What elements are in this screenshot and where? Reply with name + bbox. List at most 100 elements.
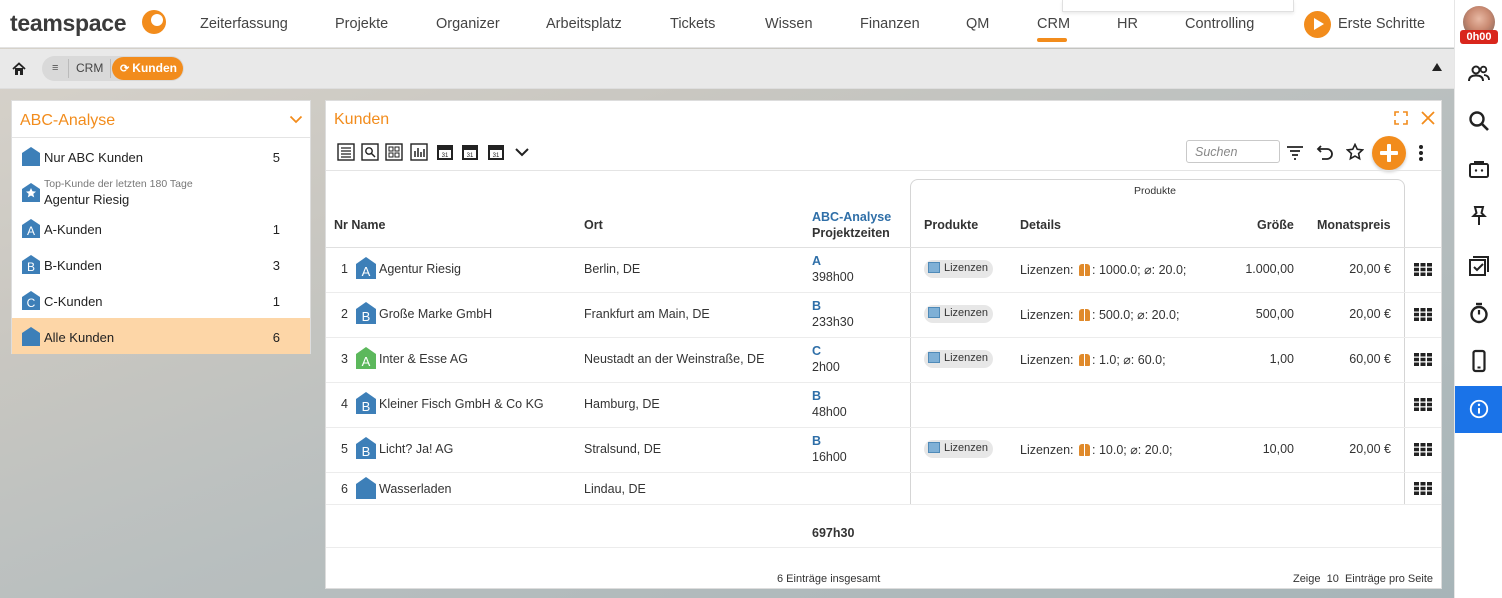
nav-tickets[interactable]: Tickets [670,16,715,32]
nav-finanzen[interactable]: Finanzen [860,16,920,32]
product-chip[interactable]: Lizenzen [924,305,994,323]
nav-crm[interactable]: CRM [1037,16,1070,32]
play-icon[interactable] [1304,11,1331,38]
column-header-projektzeiten[interactable]: Projektzeiten [812,226,890,240]
nav-active-indicator [1037,38,1067,42]
product-chip[interactable]: Lizenzen [924,440,994,458]
table-row[interactable]: 1 A Agentur Riesig Berlin, DE A 398h00 L… [326,248,1441,293]
nav-qm[interactable]: QM [966,16,989,32]
info-tab[interactable] [1455,386,1502,433]
grid-menu-icon[interactable] [1414,482,1432,495]
svg-text:B: B [27,260,35,274]
nav-wissen[interactable]: Wissen [765,16,813,32]
logo-mark-icon[interactable] [142,10,166,34]
customer-name[interactable]: Inter & Esse AG [379,352,468,366]
calendar-day-icon[interactable]: 31 [436,143,454,161]
letter-b-icon: B [22,255,40,274]
home-icon[interactable] [12,62,26,76]
calendar-week-icon[interactable]: 31 [461,143,479,161]
close-icon[interactable] [1420,110,1436,126]
customer-name[interactable]: Agentur Riesig [379,262,461,276]
details-cell: Lizenzen: : 10.0; ⌀: 20.0; [1020,442,1173,457]
product-chip[interactable]: Lizenzen [924,260,994,278]
details-cell: Lizenzen: : 1000.0; ⌀: 20.0; [1020,262,1186,277]
column-header-produkte[interactable]: Produkte [924,218,978,232]
erste-schritte-link[interactable]: Erste Schritte [1338,16,1425,32]
table-row[interactable]: 5 B Licht? Ja! AG Stralsund, DE B 16h00 … [326,428,1441,473]
product-chip[interactable]: Lizenzen [924,350,994,368]
table-row[interactable]: 4 B Kleiner Fisch GmbH & Co KG Hamburg, … [326,383,1441,428]
table-row[interactable]: 6 Wasserladen Lindau, DE [326,473,1441,505]
nav-arbeitsplatz[interactable]: Arbeitsplatz [546,16,622,32]
detail-search-icon[interactable] [361,143,379,161]
customer-name[interactable]: Große Marke GmbH [379,307,492,321]
page-size-selector[interactable]: Zeige 10 Einträge pro Seite [1293,573,1433,585]
column-header-groesse[interactable]: Größe [1257,218,1294,232]
mobile-icon[interactable] [1467,349,1491,373]
filter-a-kunden[interactable]: A A-Kunden 1 [12,210,310,246]
pin-icon[interactable] [1467,204,1491,228]
nav-zeiterfassung[interactable]: Zeiterfassung [200,16,288,32]
svg-text:B: B [362,309,371,324]
app-logo[interactable]: teamspace [10,10,127,37]
customer-name[interactable]: Kleiner Fisch GmbH & Co KG [379,397,544,411]
nav-organizer[interactable]: Organizer [436,16,500,32]
right-sidebar: 0h00 [1454,0,1502,598]
grid-menu-icon[interactable] [1414,353,1432,366]
collapse-up-icon[interactable] [1432,63,1442,71]
inbox-icon[interactable] [1467,157,1491,181]
column-header-ort[interactable]: Ort [584,218,603,232]
breadcrumb: ≡ CRM ⟳ Kunden [0,49,1454,89]
tile-view-icon[interactable] [385,143,403,161]
abc-class: B [812,389,822,403]
customer-name[interactable]: Wasserladen [379,482,452,496]
filter-top-kunde[interactable]: Top-Kunde der letzten 180 Tage Agentur R… [12,174,310,210]
table-row[interactable]: 3 A Inter & Esse AG Neustadt an der Wein… [326,338,1441,383]
table-row[interactable]: 2 B Große Marke GmbH Frankfurt am Main, … [326,293,1441,338]
column-header-nr-name[interactable]: Nr Name [334,218,385,232]
entries-total: 6 Einträge insgesamt [777,573,881,585]
expand-icon[interactable] [1394,111,1408,125]
filter-b-kunden[interactable]: B B-Kunden 3 [12,246,310,282]
svg-text:31: 31 [493,153,500,159]
column-header-details[interactable]: Details [1020,218,1061,232]
filter-nur-abc-kunden[interactable]: Nur ABC Kunden 5 [12,138,310,174]
grid-menu-icon[interactable] [1414,443,1432,456]
customer-name[interactable]: Licht? Ja! AG [379,442,453,456]
filter-label: B-Kunden [44,258,102,273]
more-options-icon[interactable] [1418,144,1424,162]
abc-class: C [812,344,822,358]
nav-projekte[interactable]: Projekte [335,16,388,32]
details-cell: Lizenzen: : 1.0; ⌀: 60.0; [1020,352,1166,367]
column-header-monatspreis[interactable]: Monatspreis [1317,218,1391,232]
tasks-icon[interactable] [1467,254,1491,278]
timer-badge[interactable]: 0h00 [1460,30,1498,44]
list-icon[interactable]: ≡ [52,62,58,74]
grid-menu-icon[interactable] [1414,398,1432,411]
grid-menu-icon[interactable] [1414,263,1432,276]
search-input[interactable] [1186,140,1280,163]
list-view-icon[interactable] [337,143,355,161]
customer-type-b-icon: B [356,437,376,459]
chevron-down-icon[interactable] [513,143,531,161]
stopwatch-icon[interactable] [1467,301,1491,325]
undo-icon[interactable] [1316,143,1334,161]
details-prefix: Lizenzen: [1020,308,1074,322]
breadcrumb-crm[interactable]: CRM [76,61,103,75]
chevron-down-icon[interactable] [289,112,303,126]
calendar-month-icon[interactable]: 31 [487,143,505,161]
nav-hr[interactable]: HR [1117,16,1138,32]
breadcrumb-kunden[interactable]: ⟳ Kunden [112,57,183,80]
users-icon[interactable] [1467,62,1491,86]
filter-alle-kunden[interactable]: Alle Kunden 6 [12,318,310,354]
add-button[interactable] [1372,136,1406,170]
filter-c-kunden[interactable]: C C-Kunden 1 [12,282,310,318]
star-icon[interactable] [1346,143,1364,161]
column-header-abc[interactable]: ABC-Analyse [812,210,891,224]
chart-view-icon[interactable] [410,143,428,161]
filter-icon[interactable] [1286,143,1304,161]
customer-type-a-icon: A [356,347,376,369]
grid-menu-icon[interactable] [1414,308,1432,321]
search-icon[interactable] [1467,109,1491,133]
nav-controlling[interactable]: Controlling [1185,16,1254,32]
